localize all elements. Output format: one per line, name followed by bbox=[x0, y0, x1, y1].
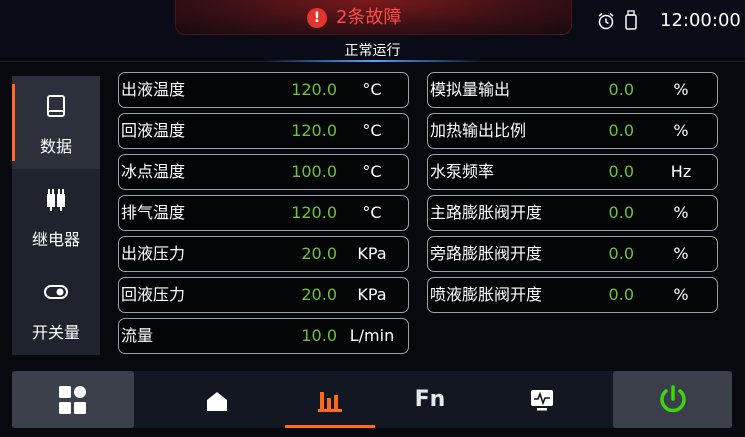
book-icon bbox=[47, 95, 65, 117]
bar-chart-icon bbox=[318, 392, 342, 412]
data-row-return-pressure: 回液压力 20.0 KPa bbox=[118, 277, 409, 313]
power-icon bbox=[660, 385, 686, 413]
row-unit: % bbox=[673, 121, 689, 140]
row-label: 流量 bbox=[121, 326, 154, 345]
tab-fn[interactable]: Fn bbox=[395, 371, 465, 428]
row-value: 120.0 bbox=[291, 203, 337, 222]
row-label: 出液压力 bbox=[121, 244, 186, 263]
data-row-pump-frequency: 水泵频率 0.0 Hz bbox=[427, 154, 718, 190]
data-row-injection-valve: 喷液膨胀阀开度 0.0 % bbox=[427, 277, 718, 313]
row-unit: % bbox=[673, 203, 689, 222]
sidebar-item-switch[interactable]: 开关量 bbox=[12, 262, 100, 355]
alarm-clock-icon[interactable] bbox=[597, 12, 615, 30]
row-label: 旁路膨胀阀开度 bbox=[430, 244, 543, 263]
sidebar-item-data[interactable]: 数据 bbox=[12, 76, 100, 169]
row-label: 回液温度 bbox=[121, 121, 186, 140]
usb-drive-icon[interactable] bbox=[625, 10, 637, 30]
row-label: 喷液膨胀阀开度 bbox=[430, 285, 543, 304]
row-value: 120.0 bbox=[291, 80, 337, 99]
sidebar-item-label: 数据 bbox=[39, 137, 72, 156]
row-unit: Hz bbox=[670, 162, 692, 181]
row-value: 0.0 bbox=[608, 244, 634, 263]
run-status: 正常运行 bbox=[344, 43, 401, 59]
row-unit: °C bbox=[362, 80, 382, 99]
row-value: 10.0 bbox=[301, 326, 337, 345]
toggle-icon bbox=[44, 285, 68, 299]
row-value: 120.0 bbox=[291, 121, 337, 140]
menu-button[interactable] bbox=[12, 371, 134, 428]
monitor-icon bbox=[531, 390, 553, 411]
row-value: 20.0 bbox=[301, 285, 337, 304]
row-value: 0.0 bbox=[608, 121, 634, 140]
alarm-warning-icon: ! bbox=[307, 8, 327, 28]
row-label: 加热输出比例 bbox=[430, 121, 527, 140]
active-tab-indicator bbox=[285, 425, 375, 428]
row-unit: °C bbox=[362, 121, 382, 140]
data-row-flow: 流量 10.0 L/min bbox=[118, 318, 409, 354]
status-glow-line bbox=[265, 60, 480, 62]
row-unit: L/min bbox=[349, 326, 395, 345]
clock-time: 12:00:00 bbox=[660, 10, 741, 31]
row-unit: % bbox=[673, 244, 689, 263]
row-label: 水泵频率 bbox=[430, 162, 495, 181]
row-unit: °C bbox=[362, 162, 382, 181]
alarm-count-text: 2条故障 bbox=[336, 7, 402, 28]
data-row-analog-output: 模拟量输出 0.0 % bbox=[427, 72, 718, 108]
row-label: 回液压力 bbox=[121, 285, 186, 304]
sidebar-item-relay[interactable]: 继电器 bbox=[12, 169, 100, 262]
sidebar-item-label: 开关量 bbox=[31, 323, 80, 342]
row-label: 出液温度 bbox=[121, 80, 186, 99]
row-unit: °C bbox=[362, 203, 382, 222]
row-label: 冰点温度 bbox=[121, 162, 186, 181]
power-button[interactable] bbox=[613, 371, 732, 428]
tab-monitor[interactable] bbox=[507, 371, 577, 428]
row-value: 0.0 bbox=[608, 80, 634, 99]
home-icon bbox=[207, 392, 227, 411]
row-value: 0.0 bbox=[608, 203, 634, 222]
row-label: 模拟量输出 bbox=[430, 80, 511, 99]
data-row-bypass-valve: 旁路膨胀阀开度 0.0 % bbox=[427, 236, 718, 272]
data-row-outlet-temp: 出液温度 120.0 °C bbox=[118, 72, 409, 108]
row-value: 0.0 bbox=[608, 162, 634, 181]
data-row-main-valve: 主路膨胀阀开度 0.0 % bbox=[427, 195, 718, 231]
row-value: 20.0 bbox=[301, 244, 337, 263]
tab-home[interactable] bbox=[182, 371, 252, 428]
data-row-heating-ratio: 加热输出比例 0.0 % bbox=[427, 113, 718, 149]
row-label: 排气温度 bbox=[121, 203, 186, 222]
row-label: 主路膨胀阀开度 bbox=[430, 203, 543, 222]
data-row-exhaust-temp: 排气温度 120.0 °C bbox=[118, 195, 409, 231]
sidebar: 数据 继电器 开关量 bbox=[12, 76, 100, 355]
row-value: 100.0 bbox=[291, 162, 337, 181]
row-unit: KPa bbox=[357, 244, 387, 263]
data-row-return-temp: 回液温度 120.0 °C bbox=[118, 113, 409, 149]
row-value: 0.0 bbox=[608, 285, 634, 304]
data-row-outlet-pressure: 出液压力 20.0 KPa bbox=[118, 236, 409, 272]
tab-data[interactable] bbox=[295, 371, 365, 428]
data-row-freeze-temp: 冰点温度 100.0 °C bbox=[118, 154, 409, 190]
sidebar-item-label: 继电器 bbox=[31, 230, 80, 249]
fn-icon: Fn bbox=[414, 387, 446, 412]
row-unit: % bbox=[673, 80, 689, 99]
row-unit: KPa bbox=[357, 285, 387, 304]
grid-menu-icon bbox=[59, 386, 86, 414]
relay-icon bbox=[47, 189, 65, 211]
alarm-banner[interactable]: ! 2条故障 bbox=[175, 0, 572, 35]
row-unit: % bbox=[673, 285, 689, 304]
